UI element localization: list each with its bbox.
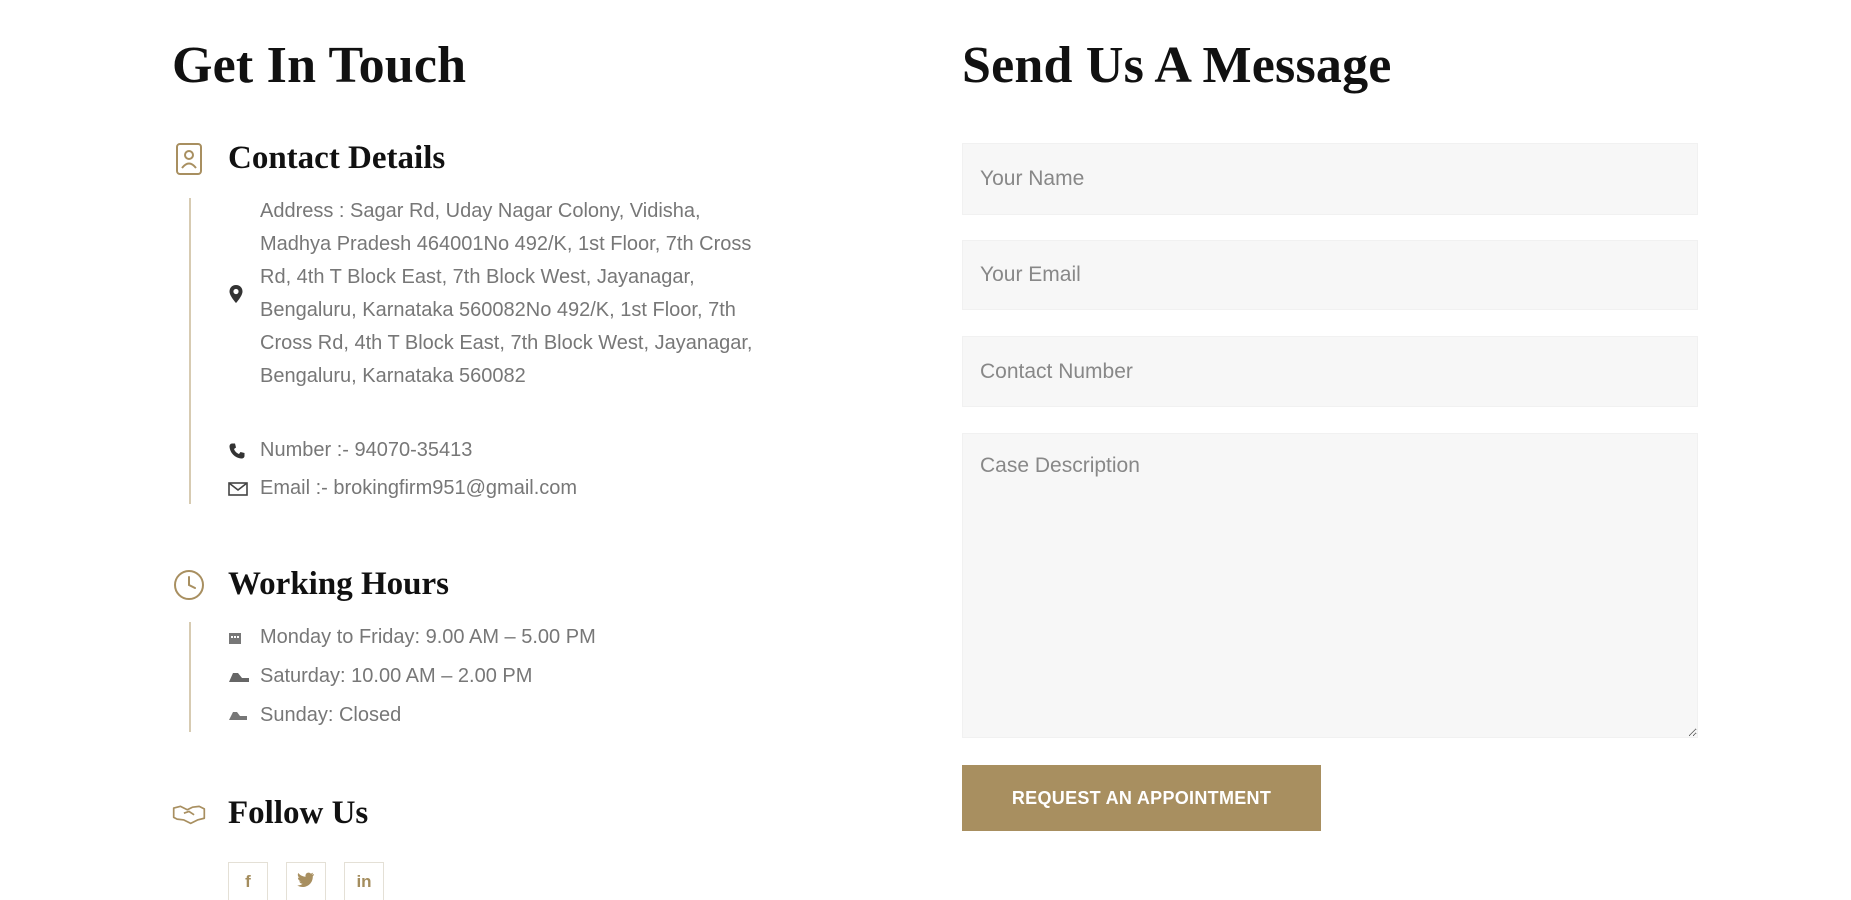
request-appointment-button[interactable]: REQUEST AN APPOINTMENT xyxy=(962,765,1321,831)
address-row: Address : Sagar Rd, Uday Nagar Colony, V… xyxy=(228,195,768,393)
follow-us-title: Follow Us xyxy=(228,795,369,831)
handshake-icon xyxy=(172,797,206,831)
hours-weekdays-text: Monday to Friday: 9.00 AM – 5.00 PM xyxy=(260,626,596,648)
email-row: Email :- brokingfirm951@gmail.com xyxy=(228,472,577,505)
phone-row: Number :- 94070-35413 xyxy=(228,434,472,467)
contact-details-header: Contact Details xyxy=(172,140,445,177)
case-description-textarea[interactable] xyxy=(962,433,1698,738)
hours-saturday-text: Saturday: 10.00 AM – 2.00 PM xyxy=(260,665,533,687)
twitter-icon xyxy=(297,872,315,892)
name-input[interactable] xyxy=(962,143,1698,215)
hours-row-weekdays: Monday to Friday: 9.00 AM – 5.00 PM xyxy=(228,621,596,654)
email-text[interactable]: Email :- brokingfirm951@gmail.com xyxy=(260,472,577,505)
linkedin-icon: in xyxy=(356,872,372,891)
contact-card-icon xyxy=(172,142,206,176)
calendar-icon xyxy=(228,621,260,654)
contact-details-title: Contact Details xyxy=(228,140,446,176)
hours-sunday-text: Sunday: Closed xyxy=(260,704,402,726)
weekend-icon xyxy=(228,660,260,693)
facebook-icon: f xyxy=(245,872,251,891)
mail-icon xyxy=(228,472,260,505)
twitter-link[interactable] xyxy=(286,862,326,900)
contact-divider-line xyxy=(189,198,191,504)
email-input[interactable] xyxy=(962,240,1698,310)
send-message-title: Send Us A Message xyxy=(962,37,1392,94)
closed-icon xyxy=(228,699,260,732)
hours-divider-line xyxy=(189,622,191,732)
working-hours-title: Working Hours xyxy=(228,566,449,602)
phone-icon xyxy=(228,434,260,467)
map-pin-icon xyxy=(228,278,260,311)
follow-us-header: Follow Us xyxy=(172,795,368,832)
working-hours-header: Working Hours xyxy=(172,566,449,603)
phone-text[interactable]: Number :- 94070-35413 xyxy=(260,434,472,467)
hours-row-sunday: Sunday: Closed xyxy=(228,699,401,732)
clock-icon xyxy=(172,568,206,602)
facebook-link[interactable]: f xyxy=(228,862,268,900)
contact-page: Get In Touch Contact Details Address : S… xyxy=(0,0,1851,900)
get-in-touch-title: Get In Touch xyxy=(172,37,467,94)
contact-number-input[interactable] xyxy=(962,336,1698,407)
address-text: Address : Sagar Rd, Uday Nagar Colony, V… xyxy=(260,200,753,387)
hours-row-saturday: Saturday: 10.00 AM – 2.00 PM xyxy=(228,660,532,693)
linkedin-link[interactable]: in xyxy=(344,862,384,900)
